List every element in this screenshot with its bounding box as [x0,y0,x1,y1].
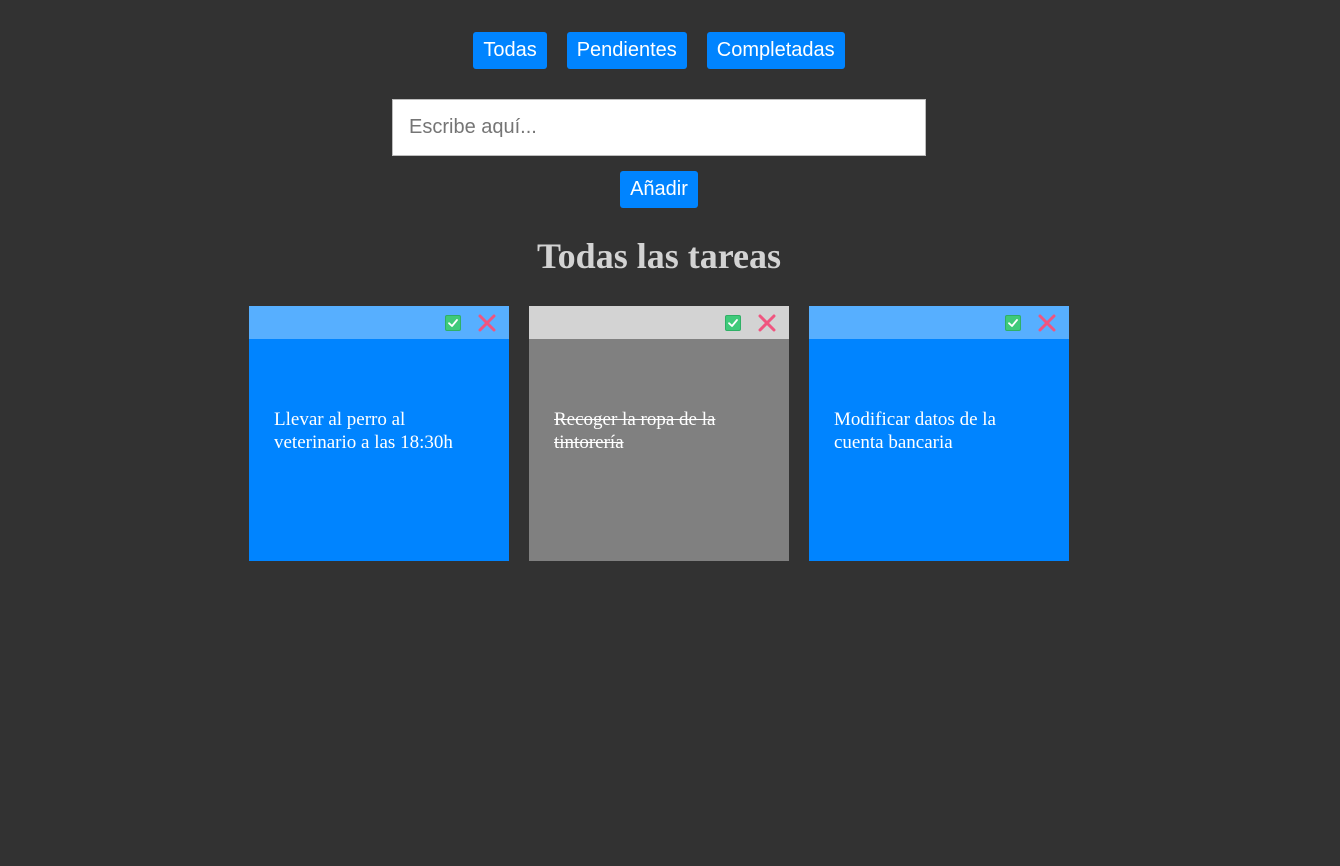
task-input[interactable] [392,99,926,156]
close-icon[interactable] [757,313,777,333]
task-card-completed: Recoger la ropa de la tintorería [529,306,789,561]
task-card-toolbar [529,306,789,339]
close-icon[interactable] [477,313,497,333]
add-button-wrapper: Añadir [0,171,1318,208]
task-card-toolbar [809,306,1069,339]
task-card: Llevar al perro al veterinario a las 18:… [249,306,509,561]
filter-completed-button[interactable]: Completadas [706,32,845,69]
add-task-button[interactable]: Añadir [620,171,698,208]
filter-pending-button[interactable]: Pendientes [566,32,687,69]
task-text: Llevar al perro al veterinario a las 18:… [274,409,453,453]
filter-all-button[interactable]: Todas [473,32,547,69]
filter-bar: Todas Pendientes Completadas [0,32,1318,69]
task-list: Llevar al perro al veterinario a las 18:… [249,306,1069,561]
task-card: Modificar datos de la cuenta bancaria [809,306,1069,561]
check-box-icon[interactable] [725,315,741,331]
task-card-toolbar [249,306,509,339]
close-icon[interactable] [1037,313,1057,333]
task-text: Modificar datos de la cuenta bancaria [834,409,996,453]
check-box-icon[interactable] [445,315,461,331]
task-text: Recoger la ropa de la tintorería [554,409,716,453]
check-box-icon[interactable] [1005,315,1021,331]
page-title: Todas las tareas [536,236,782,276]
